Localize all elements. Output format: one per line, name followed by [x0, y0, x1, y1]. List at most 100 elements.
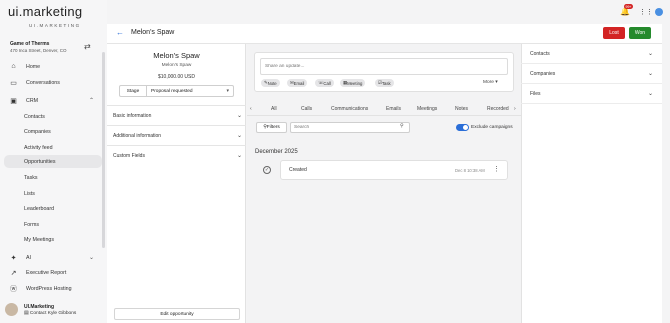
nav-activity-feed[interactable]: Activity feed	[4, 141, 102, 154]
section-files[interactable]: Files ⌄	[521, 84, 662, 104]
home-icon: ⌂	[11, 63, 16, 70]
edit-opportunity-button[interactable]: Edit opportunity	[114, 308, 240, 320]
section-companies[interactable]: Companies ⌄	[521, 64, 662, 84]
section-custom-fields[interactable]: Custom Fields ⌄	[107, 145, 246, 165]
chevron-down-icon: ⌄	[647, 91, 653, 97]
brand-subtitle: UI.MARKETING	[29, 23, 81, 28]
feed-item-timestamp: Dec 8 10:38 AM	[455, 168, 485, 173]
stage-label: Stage	[120, 86, 147, 96]
nav-label: Home	[26, 63, 41, 70]
deal-name: Melon's Spaw	[153, 51, 200, 60]
feed-item-label: Created	[289, 167, 307, 173]
chip-call[interactable]: ☏ Call	[315, 79, 334, 87]
chip-label: Note	[267, 80, 277, 86]
chip-label: Call	[323, 80, 331, 86]
nav-contacts[interactable]: Contacts	[4, 110, 102, 123]
nav-tasks[interactable]: Tasks	[4, 171, 102, 184]
tab-recorded[interactable]: Recorded	[487, 106, 509, 112]
nav-label: Opportunities	[24, 158, 56, 165]
tab-emails[interactable]: Emails	[386, 106, 401, 112]
nav-leaderboard[interactable]: Leaderboard	[4, 202, 102, 215]
sparkle-icon: ✦	[10, 254, 17, 262]
tabs-scroll-left-icon[interactable]: ‹	[250, 106, 252, 112]
nav-wordpress[interactable]: ⓦ WordPress Hosting	[4, 282, 102, 295]
nav-home[interactable]: ⌂ Home	[4, 60, 102, 73]
caret-down-icon: ▾	[226, 88, 229, 94]
nav-opportunities[interactable]: Opportunities	[4, 155, 102, 168]
search-input[interactable]	[290, 122, 410, 133]
tab-calls[interactable]: Calls	[301, 106, 312, 112]
back-arrow-icon[interactable]: ←	[116, 28, 124, 37]
section-label: Contacts	[530, 50, 550, 57]
chip-label: Email	[293, 80, 305, 86]
page-title: Melon's Spaw	[131, 29, 175, 36]
nav-label: Contacts	[24, 113, 45, 120]
tab-communications[interactable]: Communications	[331, 106, 368, 112]
trend-icon: ↗	[10, 269, 17, 277]
nav-label: Leaderboard	[24, 205, 55, 212]
user-name: UI.Marketing	[24, 303, 55, 310]
more-options-icon[interactable]: ⋮	[493, 165, 500, 173]
filters-label: Filters	[266, 125, 280, 130]
nav-my-meetings[interactable]: My Meetings	[4, 233, 102, 246]
chevron-down-icon: ⌄	[236, 153, 242, 159]
chip-note[interactable]: ✎ Note	[261, 79, 280, 87]
stage-select[interactable]: Stage Proposal requested ▾	[119, 85, 234, 97]
tab-all[interactable]: All	[271, 106, 277, 112]
nav-label: Executive Report	[26, 269, 67, 276]
avatar[interactable]	[655, 8, 663, 16]
section-basic-information[interactable]: Basic information ⌄	[107, 105, 246, 125]
filters-button[interactable]: ⚲ Filters	[256, 122, 287, 133]
tab-notes[interactable]: Notes	[455, 106, 468, 112]
notification-badge: 99+	[624, 4, 633, 9]
user-profile[interactable]: UI.Marketing ▤ Contact Kyle Gibbons	[5, 303, 76, 316]
nav-label: Forms	[24, 221, 40, 228]
tabs-scroll-right-icon[interactable]: ›	[514, 106, 516, 112]
nav-label: AI	[26, 254, 32, 261]
user-contact: Contact Kyle Gibbons	[29, 310, 77, 316]
lost-button[interactable]: Lost	[603, 27, 625, 39]
chip-meeting[interactable]: ▦ Meeting	[340, 79, 366, 87]
chip-label: Meeting	[347, 80, 363, 86]
nav-label: Conversations	[26, 79, 60, 86]
nav-ai[interactable]: ✦ AI ⌄	[4, 251, 102, 264]
nav-label: CRM	[26, 97, 39, 104]
exclude-campaigns-toggle[interactable]	[456, 124, 469, 131]
feed-month: December 2025	[255, 149, 298, 155]
chevron-down-icon: ⌄	[236, 113, 242, 119]
exclude-campaigns-label: Exclude campaigns	[471, 125, 513, 130]
nav-crm[interactable]: ▣ CRM ⌃	[4, 94, 102, 107]
wordpress-icon: ⓦ	[10, 285, 17, 293]
nav-companies[interactable]: Companies	[4, 125, 102, 138]
section-additional-information[interactable]: Additional information ⌄	[107, 125, 246, 145]
won-button[interactable]: Won	[629, 27, 651, 39]
chevron-up-icon: ⌃	[88, 98, 94, 104]
chat-icon: ▭	[10, 79, 17, 87]
nav-executive-report[interactable]: ↗ Executive Report	[4, 266, 102, 279]
nav-label: My Meetings	[24, 236, 55, 243]
account-name: Game of Therms	[10, 41, 50, 47]
tab-meetings[interactable]: Meetings	[417, 106, 437, 112]
caret-down-icon: ▾	[493, 80, 498, 85]
chip-task[interactable]: ☑ Task	[375, 79, 394, 87]
stage-value: Proposal requested	[151, 88, 193, 94]
chip-label: Task	[381, 80, 391, 86]
account-address: 470 Inca Street, Denver, CO	[10, 48, 67, 53]
account-switcher[interactable]: Game of Therms 470 Inca Street, Denver, …	[10, 41, 67, 53]
nav-lists[interactable]: Lists	[4, 187, 102, 200]
nav-conversations[interactable]: ▭ Conversations	[4, 76, 102, 89]
section-contacts[interactable]: Contacts ⌄	[521, 44, 662, 64]
search-icon: ⚲	[400, 123, 404, 129]
swap-icon[interactable]: ⇄	[84, 42, 91, 51]
nav-forms[interactable]: Forms	[4, 218, 102, 231]
deal-company[interactable]: Melon's Spaw	[107, 63, 246, 68]
chevron-down-icon: ⌄	[647, 51, 653, 57]
section-label: Additional information	[113, 132, 162, 139]
chip-email[interactable]: ✉ Email	[287, 79, 308, 87]
activity-tabs	[247, 102, 521, 116]
sidebar-scrollbar[interactable]	[102, 52, 105, 248]
nav-label: Lists	[24, 190, 35, 197]
more-dropdown[interactable]: More ▾	[483, 80, 498, 85]
nav-label: Tasks	[24, 174, 38, 181]
share-update-input[interactable]	[260, 58, 508, 75]
